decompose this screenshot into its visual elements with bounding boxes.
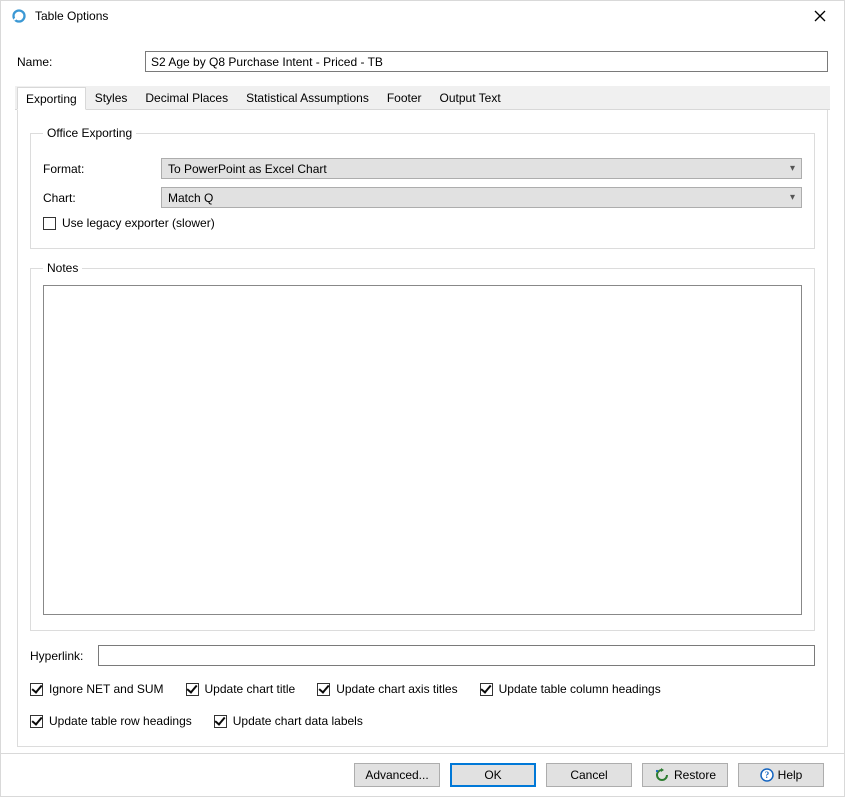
checkbox-update-table-column-headings[interactable] [480, 683, 493, 696]
hyperlink-input[interactable] [98, 645, 815, 666]
chart-row: Chart: Match Q ▾ [43, 187, 802, 208]
chevron-down-icon: ▾ [790, 192, 795, 203]
help-button[interactable]: ? Help [738, 763, 824, 787]
tab-output-text[interactable]: Output Text [431, 86, 510, 109]
restore-button[interactable]: Restore [642, 763, 728, 787]
app-icon [11, 8, 27, 24]
group-office-exporting: Office Exporting Format: To PowerPoint a… [30, 126, 815, 249]
name-label: Name: [17, 55, 137, 69]
tab-exporting[interactable]: Exporting [17, 87, 86, 110]
group-notes: Notes [30, 261, 815, 631]
format-label: Format: [43, 162, 153, 176]
help-icon: ? [760, 768, 774, 782]
tab-decimal-places[interactable]: Decimal Places [136, 86, 237, 109]
checkbox-update-chart-data-labels[interactable] [214, 715, 227, 728]
checkbox-label: Update chart data labels [233, 714, 363, 728]
chart-value: Match Q [168, 191, 213, 205]
tab-body-exporting: Office Exporting Format: To PowerPoint a… [17, 110, 828, 747]
format-dropdown[interactable]: To PowerPoint as Excel Chart ▾ [161, 158, 802, 179]
format-value: To PowerPoint as Excel Chart [168, 162, 327, 176]
chevron-down-icon: ▾ [790, 163, 795, 174]
name-input[interactable] [145, 51, 828, 72]
ok-button[interactable]: OK [450, 763, 536, 787]
check-update-table-column-headings: Update table column headings [480, 682, 661, 696]
restore-icon [654, 768, 670, 782]
dialog-window: Table Options Name: Exporting Styles Dec… [0, 0, 845, 797]
checkbox-label: Update chart title [205, 682, 296, 696]
checkbox-label: Update chart axis titles [336, 682, 457, 696]
check-update-chart-axis-titles: Update chart axis titles [317, 682, 457, 696]
format-row: Format: To PowerPoint as Excel Chart ▾ [43, 158, 802, 179]
tab-styles[interactable]: Styles [86, 86, 137, 109]
group-office-exporting-legend: Office Exporting [43, 126, 136, 140]
tab-statistical-assumptions[interactable]: Statistical Assumptions [237, 86, 378, 109]
legacy-exporter-checkbox[interactable] [43, 217, 56, 230]
notes-textarea[interactable] [43, 285, 802, 615]
legacy-exporter-label: Use legacy exporter (slower) [62, 216, 215, 230]
titlebar: Table Options [1, 1, 844, 31]
checkbox-label: Ignore NET and SUM [49, 682, 164, 696]
tabstrip: Exporting Styles Decimal Places Statisti… [15, 86, 830, 110]
checkbox-update-chart-axis-titles[interactable] [317, 683, 330, 696]
name-row: Name: [17, 51, 828, 72]
checkbox-update-table-row-headings[interactable] [30, 715, 43, 728]
checkbox-update-chart-title[interactable] [186, 683, 199, 696]
check-update-table-row-headings: Update table row headings [30, 714, 192, 728]
cancel-button[interactable]: Cancel [546, 763, 632, 787]
tab-footer[interactable]: Footer [378, 86, 431, 109]
hyperlink-row: Hyperlink: [30, 645, 815, 666]
group-notes-legend: Notes [43, 261, 82, 275]
checkbox-label: Update table column headings [499, 682, 661, 696]
check-grid: Ignore NET and SUM Update chart title Up… [30, 676, 815, 734]
checkbox-label: Update table row headings [49, 714, 192, 728]
check-update-chart-data-labels: Update chart data labels [214, 714, 363, 728]
close-icon [814, 10, 826, 22]
chart-label: Chart: [43, 191, 153, 205]
svg-text:?: ? [764, 770, 769, 780]
dialog-content: Name: Exporting Styles Decimal Places St… [1, 31, 844, 753]
close-button[interactable] [800, 3, 840, 29]
chart-dropdown[interactable]: Match Q ▾ [161, 187, 802, 208]
window-title: Table Options [35, 9, 800, 23]
checkbox-ignore-net-sum[interactable] [30, 683, 43, 696]
hyperlink-label: Hyperlink: [30, 649, 90, 663]
advanced-button[interactable]: Advanced... [354, 763, 440, 787]
legacy-exporter-row: Use legacy exporter (slower) [43, 216, 802, 230]
check-update-chart-title: Update chart title [186, 682, 296, 696]
check-ignore-net-sum: Ignore NET and SUM [30, 682, 164, 696]
dialog-footer: Advanced... OK Cancel Restore ? Help [1, 753, 844, 796]
